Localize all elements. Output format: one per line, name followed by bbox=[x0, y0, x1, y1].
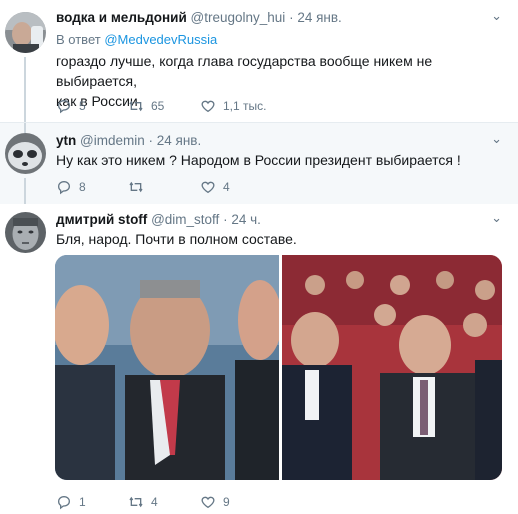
reply-icon bbox=[57, 495, 71, 510]
action-bar: 5 65 1,1 тыс. bbox=[56, 98, 356, 118]
chevron-down-icon[interactable]: ⌄ bbox=[491, 8, 502, 24]
display-name[interactable]: ytn bbox=[56, 133, 76, 148]
separator-dot: · bbox=[223, 212, 228, 227]
retweet-button[interactable]: 65 bbox=[128, 98, 164, 114]
retweet-icon bbox=[129, 181, 143, 193]
tweet-1[interactable]: водка и мельдоний @treugolny_hui · 24 ян… bbox=[0, 0, 518, 122]
reply-icon bbox=[57, 180, 71, 195]
chevron-down-icon[interactable]: ⌄ bbox=[491, 131, 502, 147]
user-handle[interactable]: @treugolny_hui bbox=[191, 10, 286, 25]
user-handle[interactable]: @imdemin bbox=[80, 133, 145, 148]
tweet-text: Бля, народ. Почти в полном составе. bbox=[56, 231, 297, 247]
avatar[interactable] bbox=[5, 12, 46, 53]
retweet-icon bbox=[129, 496, 143, 508]
thread-line bbox=[24, 123, 26, 133]
like-button[interactable]: 1,1 тыс. bbox=[200, 98, 266, 114]
retweet-button[interactable]: 4 bbox=[128, 494, 158, 510]
display-name[interactable]: дмитрий stoff bbox=[56, 212, 147, 227]
reply-button[interactable]: 1 bbox=[56, 494, 86, 510]
tweet-3[interactable]: дмитрий stoff @dim_stoff · 24 ч. ⌄ Бля, … bbox=[0, 204, 518, 510]
user-handle[interactable]: @dim_stoff bbox=[151, 212, 219, 227]
tweet-header: водка и мельдоний @treugolny_hui · 24 ян… bbox=[56, 10, 498, 25]
separator-dot: · bbox=[148, 133, 154, 148]
reply-button[interactable]: 5 bbox=[56, 98, 86, 114]
like-button[interactable]: 4 bbox=[200, 179, 230, 195]
avatar[interactable] bbox=[5, 212, 46, 253]
action-bar: 1 4 9 bbox=[56, 494, 356, 514]
like-icon bbox=[201, 181, 215, 194]
timestamp[interactable]: 24 ч. bbox=[231, 212, 261, 227]
retweet-count: 65 bbox=[151, 99, 165, 113]
retweet-button[interactable] bbox=[128, 179, 151, 195]
timestamp[interactable]: 24 янв. bbox=[157, 133, 201, 148]
tweet-2[interactable]: ytn @imdemin · 24 янв. ⌄ Ну как это нике… bbox=[0, 122, 518, 205]
tweet-media[interactable] bbox=[55, 255, 502, 480]
chevron-down-icon[interactable]: ⌄ bbox=[491, 210, 502, 226]
reply-count: 8 bbox=[79, 180, 86, 194]
tweet-header: ytn @imdemin · 24 янв. bbox=[56, 133, 498, 148]
retweet-icon bbox=[129, 100, 143, 112]
action-bar: 8 4 bbox=[56, 179, 356, 199]
retweet-count: 4 bbox=[151, 495, 158, 509]
like-count: 9 bbox=[223, 495, 230, 509]
separator-dot: · bbox=[289, 10, 294, 25]
reply-icon bbox=[57, 99, 71, 114]
like-button[interactable]: 9 bbox=[200, 494, 230, 510]
like-icon bbox=[201, 100, 215, 113]
display-name[interactable]: водка и мельдоний bbox=[56, 10, 187, 25]
avatar[interactable] bbox=[5, 133, 46, 174]
reply-prefix: В ответ bbox=[56, 32, 101, 47]
like-count: 4 bbox=[223, 180, 230, 194]
reply-context: В ответ @MedvedevRussia bbox=[56, 32, 217, 47]
reply-button[interactable]: 8 bbox=[56, 179, 86, 195]
tweet-text-line: гораздо лучше, когда глава государства в… bbox=[56, 53, 433, 89]
tweet-header: дмитрий stoff @dim_stoff · 24 ч. bbox=[56, 212, 498, 227]
tweet-text: Ну как это никем ? Народом в России през… bbox=[56, 152, 461, 168]
reply-count: 1 bbox=[79, 495, 86, 509]
reply-count: 5 bbox=[79, 99, 86, 113]
reply-to-link[interactable]: @MedvedevRussia bbox=[104, 32, 217, 47]
timestamp[interactable]: 24 янв. bbox=[297, 10, 341, 25]
tweet-photo[interactable] bbox=[55, 255, 502, 480]
like-count: 1,1 тыс. bbox=[223, 99, 267, 113]
thread-line bbox=[24, 57, 26, 122]
like-icon bbox=[201, 496, 215, 509]
thread-line bbox=[24, 178, 26, 204]
